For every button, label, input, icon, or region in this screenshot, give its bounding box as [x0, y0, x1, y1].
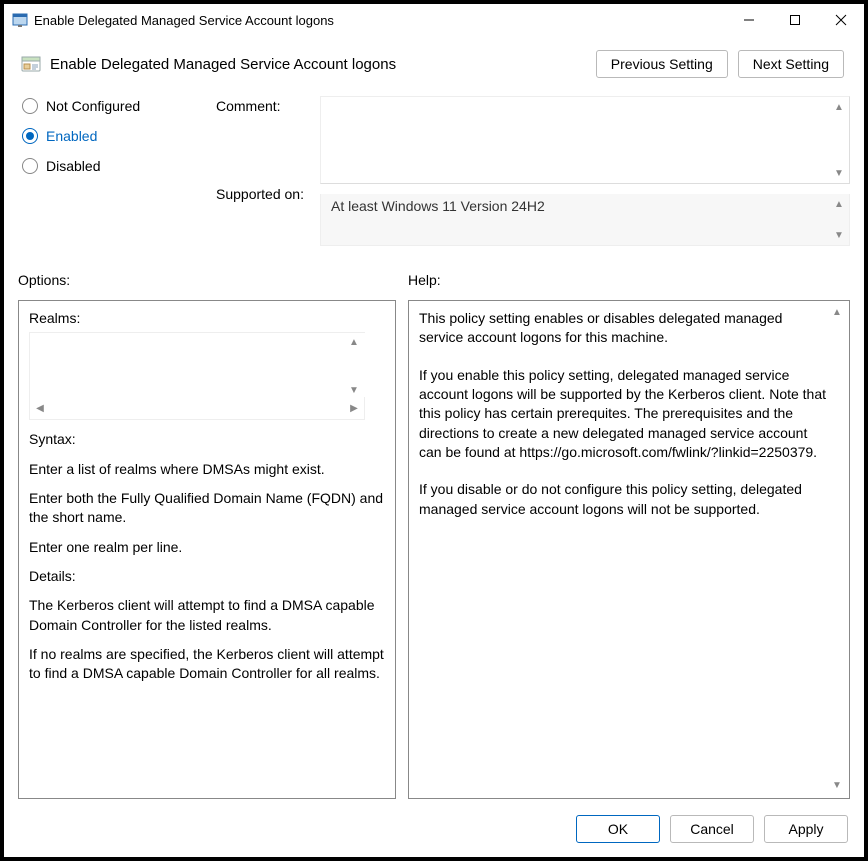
- minimize-button[interactable]: [726, 4, 772, 36]
- next-setting-button[interactable]: Next Setting: [738, 50, 844, 78]
- radio-label: Disabled: [46, 158, 100, 174]
- window-buttons: [726, 4, 864, 36]
- state-radio-group: Not Configured Enabled Disabled: [22, 96, 212, 174]
- radio-label: Not Configured: [46, 98, 140, 114]
- window-title: Enable Delegated Managed Service Account…: [34, 13, 726, 28]
- realms-label: Realms:: [29, 309, 385, 328]
- scroll-up-icon[interactable]: [346, 335, 362, 351]
- scroll-down-icon[interactable]: [831, 227, 847, 243]
- realms-input[interactable]: [30, 333, 366, 397]
- options-pane: Realms: Syntax: Enter a list of realms w…: [18, 300, 396, 799]
- maximize-button[interactable]: [772, 4, 818, 36]
- supported-label: Supported on:: [216, 184, 316, 202]
- ok-button[interactable]: OK: [576, 815, 660, 843]
- details-text: The Kerberos client will attempt to find…: [29, 596, 385, 635]
- config-area: Not Configured Enabled Disabled Comment:…: [4, 92, 864, 254]
- scroll-left-icon[interactable]: [32, 401, 48, 417]
- dialog-footer: OK Cancel Apply: [4, 805, 864, 857]
- syntax-heading: Syntax:: [29, 430, 385, 449]
- mid-panes: Realms: Syntax: Enter a list of realms w…: [4, 294, 864, 805]
- scroll-down-icon[interactable]: [346, 383, 362, 399]
- scroll-down-icon[interactable]: [829, 778, 845, 794]
- radio-label: Enabled: [46, 128, 97, 144]
- radio-icon: [22, 98, 38, 114]
- policy-title: Enable Delegated Managed Service Account…: [50, 56, 596, 73]
- cancel-button[interactable]: Cancel: [670, 815, 754, 843]
- apply-button[interactable]: Apply: [764, 815, 848, 843]
- dialog-window: Enable Delegated Managed Service Account…: [4, 4, 864, 857]
- radio-icon: [22, 128, 38, 144]
- help-label: Help:: [408, 272, 441, 288]
- syntax-text: Enter a list of realms where DMSAs might…: [29, 460, 385, 479]
- policy-icon: [20, 53, 42, 75]
- scroll-up-icon[interactable]: [831, 99, 847, 115]
- details-text: If no realms are specified, the Kerberos…: [29, 645, 385, 684]
- radio-enabled[interactable]: Enabled: [22, 128, 212, 144]
- previous-setting-button[interactable]: Previous Setting: [596, 50, 728, 78]
- supported-on-box: At least Windows 11 Version 24H2: [320, 194, 850, 246]
- options-label: Options:: [18, 272, 408, 288]
- help-text: This policy setting enables or disables …: [419, 309, 827, 348]
- scroll-down-icon[interactable]: [831, 165, 847, 181]
- scroll-up-icon[interactable]: [829, 305, 845, 321]
- supported-on-value: At least Windows 11 Version 24H2: [331, 198, 545, 214]
- policy-header: Enable Delegated Managed Service Account…: [4, 36, 864, 92]
- app-icon: [12, 12, 28, 28]
- radio-not-configured[interactable]: Not Configured: [22, 98, 212, 114]
- help-pane: This policy setting enables or disables …: [408, 300, 850, 799]
- comment-textbox[interactable]: [320, 96, 850, 184]
- scroll-up-icon[interactable]: [831, 196, 847, 212]
- radio-icon: [22, 158, 38, 174]
- titlebar: Enable Delegated Managed Service Account…: [4, 4, 864, 36]
- syntax-text: Enter one realm per line.: [29, 538, 385, 557]
- comment-label: Comment:: [216, 96, 316, 114]
- realms-input-wrap: [29, 332, 365, 420]
- close-button[interactable]: [818, 4, 864, 36]
- mid-labels: Options: Help:: [4, 254, 864, 294]
- radio-disabled[interactable]: Disabled: [22, 158, 212, 174]
- syntax-text: Enter both the Fully Qualified Domain Na…: [29, 489, 385, 528]
- scroll-right-icon[interactable]: [346, 401, 362, 417]
- help-text: If you enable this policy setting, deleg…: [419, 366, 827, 463]
- help-text: If you disable or do not configure this …: [419, 480, 827, 519]
- details-heading: Details:: [29, 567, 385, 586]
